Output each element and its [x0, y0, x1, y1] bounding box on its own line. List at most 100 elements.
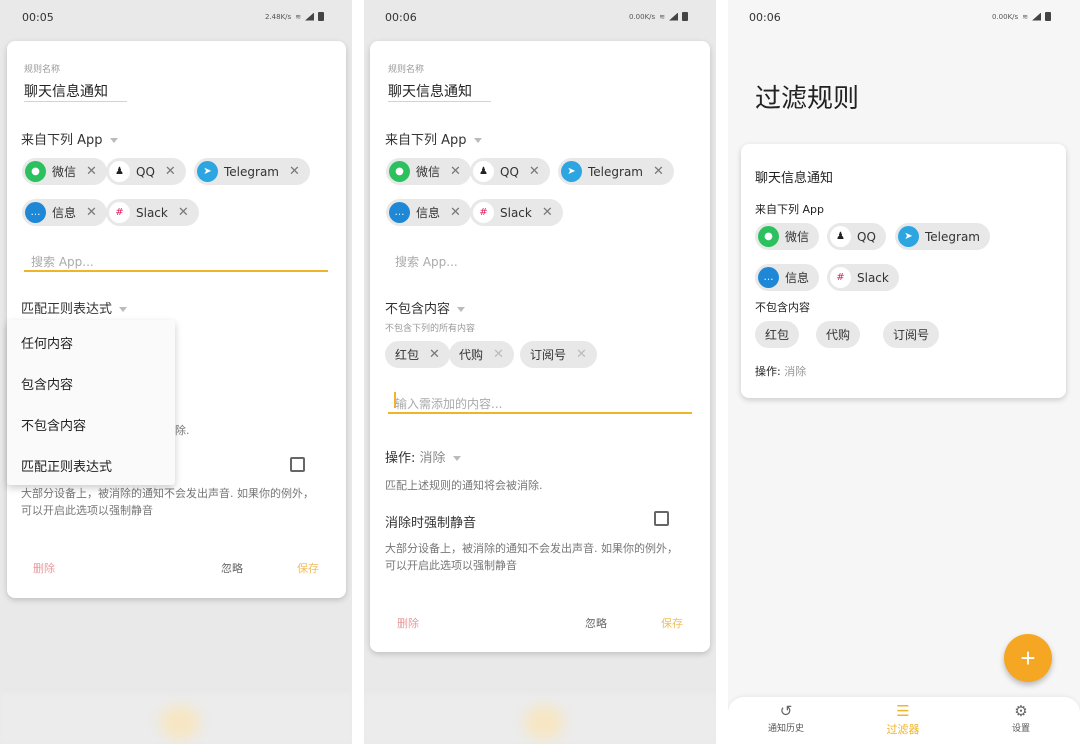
- app-chip[interactable]: ● 微信 ✕: [386, 158, 471, 185]
- chip-label: Telegram: [224, 164, 279, 179]
- close-icon[interactable]: ✕: [86, 205, 97, 220]
- network-speed: 0.00K/s: [629, 12, 656, 21]
- search-app-input[interactable]: 搜索 App...: [395, 253, 458, 270]
- delete-button[interactable]: 删除: [33, 560, 55, 576]
- qq-penguin-icon: ♟: [830, 226, 851, 247]
- match-mode-value: 匹配正则表达式: [21, 302, 113, 317]
- mute-desc-line: 大部分设备上，被消除的通知不会发出声音. 如果你的例外，: [385, 542, 678, 555]
- nav-history[interactable]: ↺ 通知历史: [751, 701, 821, 734]
- app-chip[interactable]: ♟ QQ: [827, 223, 886, 250]
- close-icon[interactable]: ✕: [529, 164, 540, 179]
- chip-label: 微信: [416, 165, 441, 179]
- action-label: 操作:: [385, 451, 416, 466]
- caret-down-icon: [457, 307, 466, 312]
- apps-dropdown[interactable]: 来自下列 App: [21, 129, 118, 148]
- close-icon[interactable]: ✕: [450, 164, 461, 179]
- chip-label: Telegram: [925, 229, 980, 244]
- rule-name-underline: [24, 101, 127, 102]
- match-subtitle: 不包含下列的所有内容: [385, 324, 476, 334]
- close-icon[interactable]: ✕: [542, 205, 553, 220]
- slack-icon: #: [473, 202, 494, 223]
- match-mode-dropdown[interactable]: 匹配正则表达式: [21, 298, 128, 317]
- chip-label: Slack: [136, 205, 168, 220]
- ignore-button[interactable]: 忽略: [221, 560, 243, 576]
- keyword-input[interactable]: 输入需添加的内容...: [395, 395, 502, 412]
- close-icon[interactable]: ✕: [289, 164, 300, 179]
- save-button[interactable]: 保存: [661, 615, 683, 631]
- app-chip[interactable]: … 信息 ✕: [22, 199, 107, 226]
- search-underline: [24, 270, 328, 272]
- app-chip[interactable]: … 信息: [755, 264, 820, 291]
- menu-item-not-contains[interactable]: 不包含内容: [21, 415, 86, 434]
- add-rule-button[interactable]: +: [1004, 634, 1052, 682]
- close-icon[interactable]: ✕: [493, 347, 504, 362]
- app-chip[interactable]: # Slack: [827, 264, 899, 291]
- keyword-chip[interactable]: 代购 ✕: [449, 341, 514, 368]
- rule-name-input[interactable]: 聊天信息通知: [388, 81, 472, 101]
- nav-settings[interactable]: ⚙ 设置: [986, 701, 1056, 734]
- apps-dropdown[interactable]: 来自下列 App: [385, 129, 482, 148]
- close-icon[interactable]: ✕: [653, 164, 664, 179]
- status-icons: 0.00K/s ≋: [992, 12, 1052, 21]
- app-chip[interactable]: … 信息 ✕: [386, 199, 471, 226]
- chip-label: Telegram: [588, 164, 643, 179]
- keyword-chip[interactable]: 代购: [816, 321, 861, 348]
- app-chip[interactable]: ➤ Telegram ✕: [558, 158, 674, 185]
- keyword-chip[interactable]: 订阅号: [883, 321, 940, 348]
- keyword-chip[interactable]: 红包 ✕: [385, 341, 450, 368]
- chip-label: 代购: [459, 348, 484, 362]
- save-button[interactable]: 保存: [297, 560, 319, 576]
- close-icon[interactable]: ✕: [450, 205, 461, 220]
- keyword-chip[interactable]: 订阅号 ✕: [520, 341, 597, 368]
- bottom-nav: ↺ 通知历史 ☰ 过滤器 ⚙ 设置: [728, 697, 1080, 744]
- mute-checkbox[interactable]: [654, 511, 669, 526]
- match-mode-dropdown[interactable]: 不包含内容: [385, 298, 466, 317]
- page-title: 过滤规则: [755, 84, 860, 114]
- mute-desc-line: 大部分设备上，被消除的通知不会发出声音. 如果你的例外，: [21, 487, 314, 500]
- match-mode-menu: 任何内容 包含内容 不包含内容 匹配正则表达式: [7, 320, 175, 485]
- app-chip[interactable]: ● 微信: [755, 223, 820, 250]
- menu-item-regex[interactable]: 匹配正则表达式: [21, 456, 112, 475]
- app-chip[interactable]: ♟ QQ ✕: [106, 158, 186, 185]
- app-chip[interactable]: ● 微信 ✕: [22, 158, 107, 185]
- wechat-icon: ●: [389, 161, 410, 182]
- keyword-chip[interactable]: 红包: [755, 321, 800, 348]
- mute-desc-line: 可以开启此选项以强制静音: [385, 559, 517, 572]
- chip-label: 信息: [785, 271, 810, 285]
- app-chip[interactable]: # Slack ✕: [106, 199, 199, 226]
- chip-label: 信息: [52, 206, 77, 220]
- mute-checkbox[interactable]: [290, 457, 305, 472]
- rule-name-label: 规则名称: [388, 65, 425, 75]
- chip-label: 微信: [785, 230, 810, 244]
- nav-filter[interactable]: ☰ 过滤器: [868, 701, 938, 737]
- rule-card[interactable]: 聊天信息通知 来自下列 App ● 微信 ♟ QQ ➤ Telegram … 信息 # Slack…: [741, 144, 1066, 398]
- action-value: 消除: [784, 365, 807, 378]
- menu-item-contains[interactable]: 包含内容: [21, 374, 73, 393]
- app-chip[interactable]: ➤ Telegram: [895, 223, 990, 250]
- status-icons: 2.48K/s ≋: [265, 12, 325, 21]
- telegram-icon: ➤: [197, 161, 218, 182]
- wifi-icon: ≋: [1022, 12, 1029, 21]
- search-app-input[interactable]: 搜索 App...: [31, 253, 94, 270]
- messages-icon: …: [25, 202, 46, 223]
- rule-name-input[interactable]: 聊天信息通知: [24, 81, 108, 101]
- nav-label: 通知历史: [767, 724, 804, 734]
- app-chip[interactable]: ♟ QQ ✕: [470, 158, 550, 185]
- nav-label: 过滤器: [886, 723, 920, 736]
- delete-button[interactable]: 删除: [397, 615, 419, 631]
- close-icon[interactable]: ✕: [86, 164, 97, 179]
- close-icon[interactable]: ✕: [576, 347, 587, 362]
- app-chip[interactable]: # Slack ✕: [470, 199, 563, 226]
- ignore-button[interactable]: 忽略: [585, 615, 607, 631]
- caret-down-icon: [473, 138, 482, 143]
- close-icon[interactable]: ✕: [429, 347, 440, 362]
- action-dropdown[interactable]: 操作: 消除: [385, 447, 461, 466]
- close-icon[interactable]: ✕: [165, 164, 176, 179]
- app-chip[interactable]: ➤ Telegram ✕: [194, 158, 310, 185]
- screen-rule-editor: 00:06 0.00K/s ≋ 规则名称 聊天信息通知 来自下列 App ● 微信 ✕…: [364, 0, 716, 744]
- action-desc-fragment: 除.: [175, 424, 190, 437]
- chip-label: 红包: [765, 328, 790, 342]
- gear-icon: ⚙: [1014, 702, 1028, 720]
- menu-item-any[interactable]: 任何内容: [21, 333, 73, 352]
- close-icon[interactable]: ✕: [178, 205, 189, 220]
